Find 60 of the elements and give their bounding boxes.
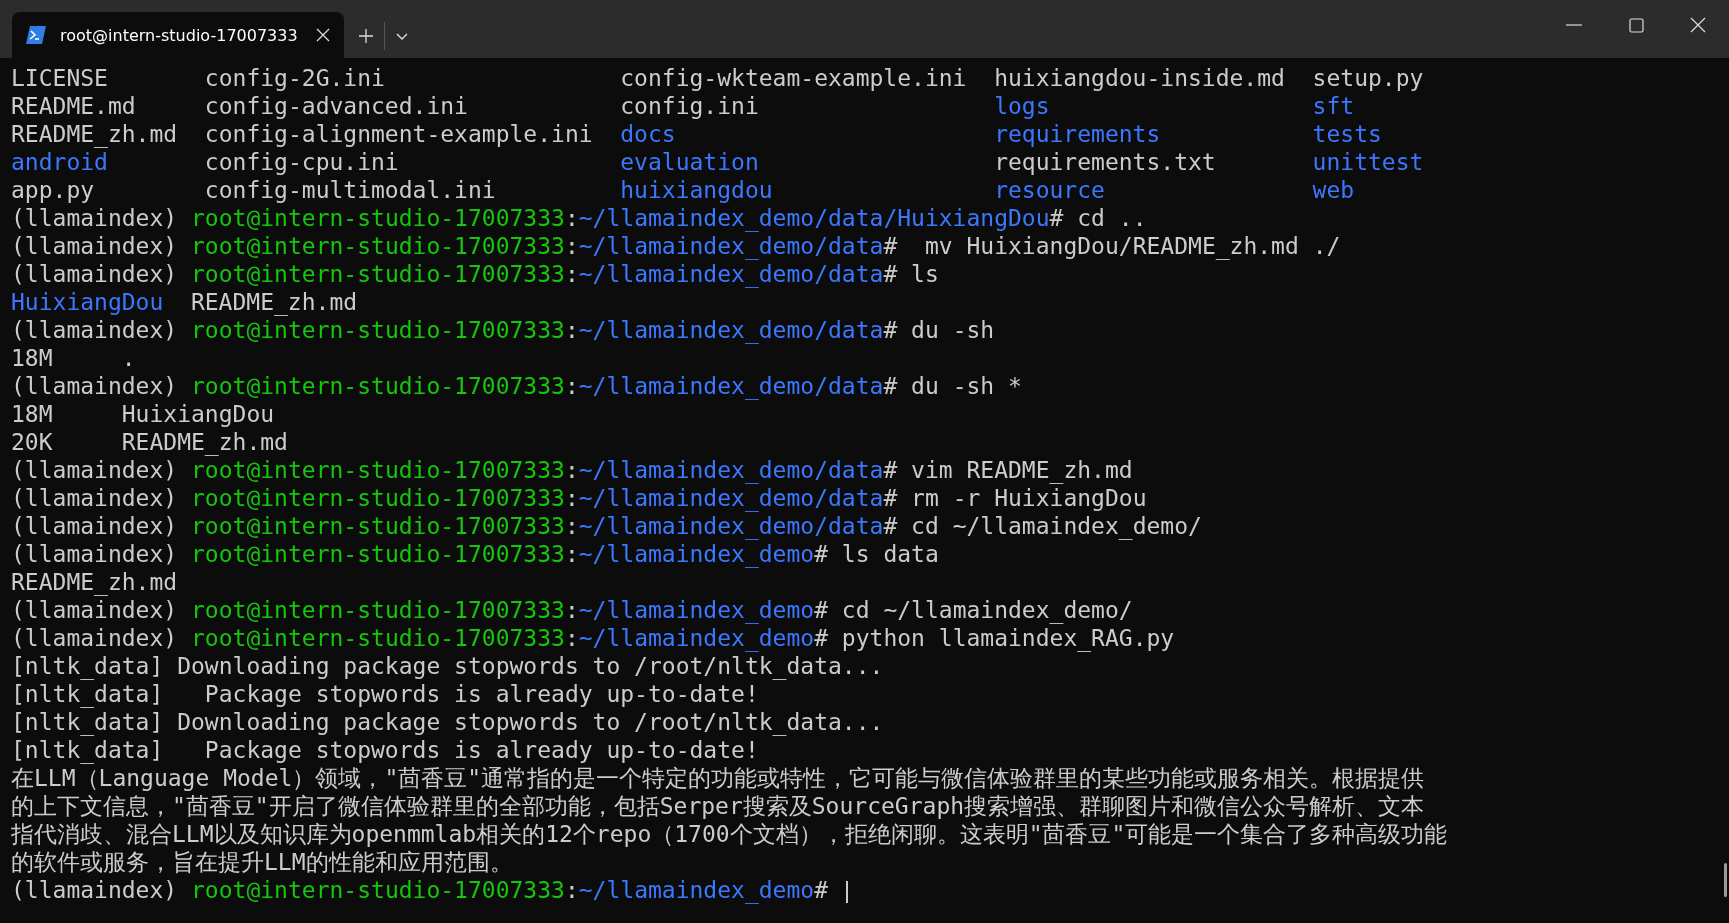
prompt-line: (llamaindex) root@intern-studio-17007333:~/llamaindex_demo/data# du -sh * [11,373,1022,399]
file-name: app.py [11,176,95,204]
prompt-line: (llamaindex) root@intern-studio-17007333:~/llamaindex_demo# [11,877,829,903]
prompt-line: (llamaindex) root@intern-studio-17007333:~/llamaindex_demo# python llamaindex_RAG.py [11,625,1175,651]
file-name: config-wkteam-example.ini [620,64,967,92]
directory-name: HuixiangDou [11,288,164,316]
directory-name: logs [994,92,1050,120]
file-name: requirements.txt [994,148,1216,176]
prompt-line: (llamaindex) root@intern-studio-17007333:~/llamaindex_demo# cd ~/llamaindex_demo/ [11,597,1133,623]
directory-name: docs [620,120,676,148]
directory-name: unittest [1312,148,1424,176]
directory-name: huixiangdou [620,176,773,204]
terminal-tab[interactable]: root@intern-studio-17007333 [12,12,344,58]
output-line: 的软件或服务，旨在提升LLM的性能和应用范围。 [11,848,513,876]
output-line: 18M HuixiangDou [11,400,275,428]
output-line: [nltk_data] Package stopwords is already up-to-date! [11,680,759,708]
close-icon[interactable] [316,28,330,42]
minimize-icon [1566,24,1582,26]
scrollbar-thumb[interactable] [1724,863,1727,897]
directory-name: evaluation [620,148,759,176]
prompt-line: (llamaindex) root@intern-studio-17007333:~/llamaindex_demo/data# rm -r HuixiangDou [11,485,1147,511]
file-name: config.ini [620,92,759,120]
terminal-icon [26,26,46,44]
prompt-line: (llamaindex) root@intern-studio-17007333:~/llamaindex_demo/data# vim README_zh.md [11,457,1133,483]
directory-name: resource [994,176,1105,204]
output-line: README_zh.md [11,568,178,596]
output-line: [nltk_data] Downloading package stopwords to /root/nltk_data... [11,652,884,680]
directory-name: requirements [994,120,1161,148]
output-line: [nltk_data] Package stopwords is already up-to-date! [11,736,759,764]
output-line: 18M . [11,344,136,372]
file-name: setup.py [1312,64,1424,92]
file-name: huixiangdou-inside.md [994,64,1285,92]
plus-icon [358,28,374,44]
prompt-line: (llamaindex) root@intern-studio-17007333:~/llamaindex_demo/data# mv HuixiangDou/README_zh.md ./ [11,233,1341,259]
file-name: config-multimodal.ini [204,176,496,204]
file-name: config-advanced.ini [204,92,468,120]
file-name: README_zh.md [11,120,178,148]
file-name: config-cpu.ini [204,148,399,176]
output-line: 的上下文信息，"茴香豆"开启了微信体验群里的全部功能，包括Serper搜索及SourceGraph搜索增强、群聊图片和微信公众号解析、文本 [11,792,1425,820]
output-line: 在LLM（Language Model）领域，"茴香豆"通常指的是一个特定的功能或特性，它可能与微信体验群里的某些功能或服务相关。根据提供 [11,764,1425,792]
file-name: README_zh.md [190,288,358,316]
close-icon [1690,17,1706,33]
file-name: README.md [11,92,136,120]
prompt-line: (llamaindex) root@intern-studio-17007333:~/llamaindex_demo/data# ls [11,261,939,287]
file-name: config-alignment-example.ini [204,120,593,148]
file-name: LICENSE [11,64,108,92]
directory-name: android [11,148,108,176]
chevron-down-icon [395,31,409,41]
directory-name: tests [1312,120,1382,148]
prompt-line: (llamaindex) root@intern-studio-17007333:~/llamaindex_demo# ls data [11,541,939,567]
directory-name: web [1312,176,1355,204]
file-name: config-2G.ini [204,64,385,92]
output-line: [nltk_data] Downloading package stopwords to /root/nltk_data... [11,708,884,736]
prompt-line: (llamaindex) root@intern-studio-17007333:~/llamaindex_demo/data# du -sh [11,317,995,343]
maximize-icon [1628,17,1644,33]
output-line: 指代消歧、混合LLM以及知识库为openmmlab相关的12个repo（1700个文档），拒绝闲聊。这表明"茴香豆"可能是一个集合了多种高级功能 [11,820,1448,848]
prompt-line: (llamaindex) root@intern-studio-17007333:~/llamaindex_demo/data/HuixiangDou# cd .. [11,205,1147,231]
prompt-line: (llamaindex) root@intern-studio-17007333:~/llamaindex_demo/data# cd ~/llamaindex_demo/ [11,513,1202,539]
directory-name: sft [1312,92,1355,120]
output-line: 20K README_zh.md [11,428,288,456]
